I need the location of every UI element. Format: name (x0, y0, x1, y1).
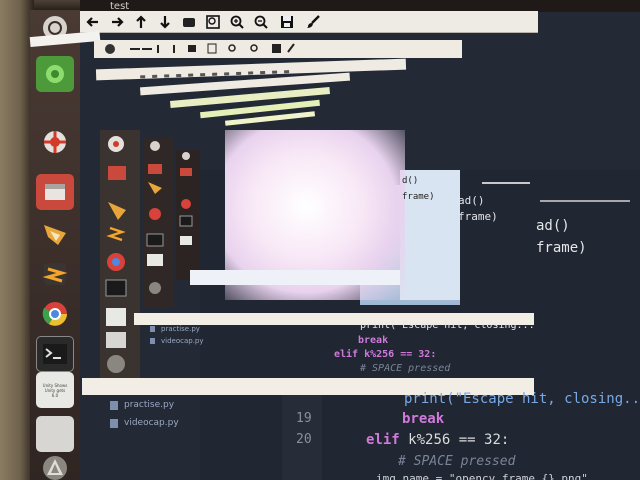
save-icon (281, 16, 293, 28)
python-file-icon (110, 400, 118, 410)
python-file-icon (110, 418, 118, 428)
nested-code-comment: # SPACE pressed (360, 363, 451, 374)
file-item-practise[interactable]: practise.py (110, 400, 174, 410)
zoom-out-icon (254, 15, 268, 29)
forward-button[interactable] (108, 13, 126, 31)
blank-icon[interactable] (36, 416, 74, 452)
files-icon[interactable] (36, 174, 74, 210)
nested-code-break: break (358, 335, 389, 346)
brush-icon (307, 15, 320, 28)
sublime-icon[interactable] (36, 256, 74, 292)
nested-launcher-2 (143, 138, 173, 308)
file-item-label: practise.py (124, 400, 175, 410)
nested-code-print: print("Escape hit, closing... (360, 320, 535, 331)
code-line-elif: elif k%256 == 32: (366, 432, 510, 448)
launcher-note-text: Unity Shows Unity gets 6.0 (42, 382, 68, 398)
box-icon (183, 18, 195, 27)
arrow-down-icon (160, 16, 170, 29)
zoom-out-button[interactable] (252, 13, 270, 31)
nested-launcher-3 (176, 150, 200, 280)
down-button[interactable] (156, 13, 174, 31)
file-item-label: practise.py (161, 325, 200, 333)
nested-statusbar (190, 270, 400, 285)
nested-code-frag-1: d() (402, 176, 419, 186)
chrome-icon[interactable] (36, 296, 74, 332)
python-file-icon (150, 326, 155, 332)
unity-launcher: Unity Shows Unity gets 6.0 (30, 10, 80, 480)
nested-toolbar-icons (105, 43, 295, 54)
document-icon[interactable]: Unity Shows Unity gets 6.0 (36, 372, 74, 408)
nested-code-frag-4: frame) (458, 210, 498, 223)
blender-icon[interactable] (36, 216, 74, 252)
green-app-icon[interactable] (36, 56, 74, 92)
nested-launcher-1 (100, 130, 140, 380)
zoom-rect-icon (206, 15, 220, 29)
code-fragment-frame: frame) (536, 240, 587, 256)
nested-code-elif: elif k%256 == 32: (334, 349, 437, 360)
back-button[interactable] (84, 13, 102, 31)
nested-code-frag-2: frame) (402, 192, 435, 202)
code-line-comment: # SPACE pressed (398, 454, 516, 469)
up-button[interactable] (132, 13, 150, 31)
arrow-left-icon (86, 17, 98, 27)
editor-divider (482, 182, 530, 184)
file-item-label: videocap.py (161, 337, 204, 345)
image-window-toolbar (80, 11, 538, 33)
code-fragment-ad: ad() (536, 218, 570, 234)
nested-toolbar-1 (94, 40, 462, 58)
box-button[interactable] (180, 13, 198, 31)
nested-file-item-practise: practise.py (150, 325, 200, 333)
nested-file-item-videocap: videocap.py (150, 337, 204, 345)
python-file-icon (150, 338, 155, 344)
file-item-videocap[interactable]: videocap.py (110, 418, 179, 428)
background-wall (0, 0, 34, 480)
settings-icon[interactable] (36, 124, 74, 160)
code-line-print: print("Escape hit, closing... (404, 391, 640, 407)
editor-divider-2 (540, 200, 630, 202)
update-icon[interactable] (36, 450, 74, 480)
line-number: 20 (296, 432, 312, 447)
zoom-region-button[interactable] (204, 13, 222, 31)
terminal-icon[interactable] (36, 336, 74, 372)
arrow-up-icon (136, 15, 146, 28)
edit-button[interactable] (304, 13, 322, 31)
line-number: 19 (296, 411, 312, 426)
file-item-label: videocap.py (124, 418, 179, 428)
code-line-break: break (402, 411, 445, 427)
nested-code-frag-3: ad() (458, 194, 485, 207)
arrow-right-icon (112, 17, 124, 27)
zoom-in-button[interactable] (228, 13, 246, 31)
save-button[interactable] (278, 13, 296, 31)
nested-window-panel (400, 170, 460, 300)
zoom-in-icon (230, 15, 244, 29)
code-line-img-name: img_name = "opencv_frame_{}.png" (376, 472, 588, 480)
